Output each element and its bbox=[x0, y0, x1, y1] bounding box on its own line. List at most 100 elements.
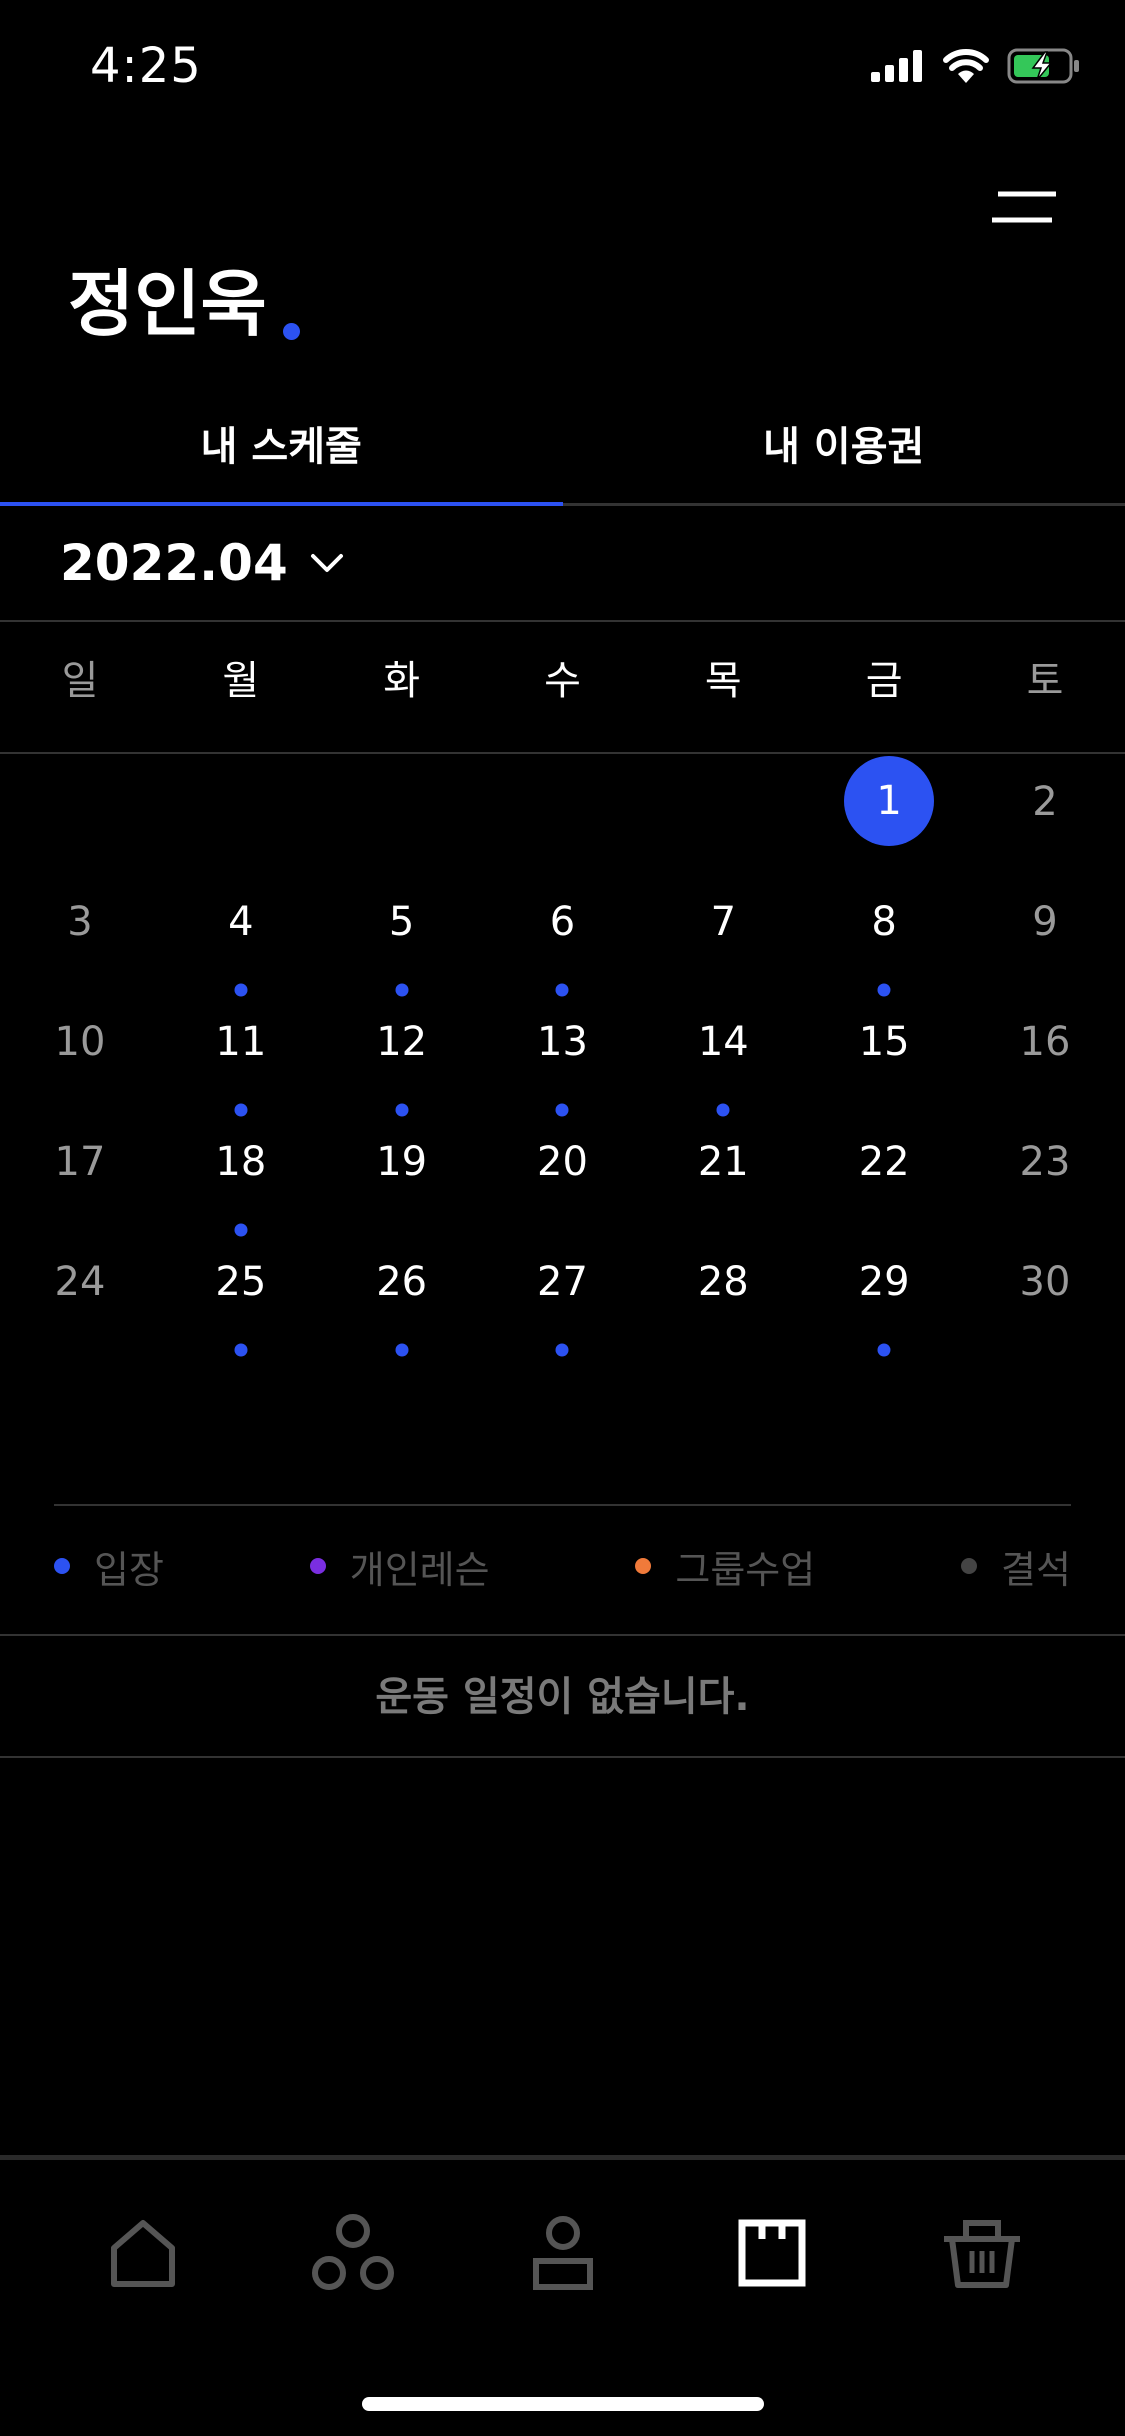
calendar-day-cell[interactable]: 2 bbox=[1005, 760, 1085, 880]
divider bbox=[54, 1504, 1071, 1506]
nav-profile[interactable] bbox=[515, 2205, 611, 2301]
calendar-day-number: 29 bbox=[858, 1259, 910, 1305]
calendar-day-number: 10 bbox=[54, 1019, 106, 1065]
calendar-day-cell[interactable]: 21 bbox=[683, 1120, 763, 1240]
legend-item-absence: 결석 bbox=[961, 1539, 1071, 1594]
bottom-nav-divider bbox=[0, 2155, 1125, 2160]
calendar-entry-dot bbox=[395, 1343, 409, 1357]
calendar-day-number: 26 bbox=[376, 1259, 428, 1305]
calendar-day-cell[interactable]: 25 bbox=[201, 1240, 281, 1360]
calendar-day-cell[interactable]: 24 bbox=[40, 1240, 120, 1360]
calendar-empty-cell bbox=[362, 760, 442, 880]
menu-icon[interactable] bbox=[990, 188, 1060, 228]
calendar-day-cell[interactable]: 26 bbox=[362, 1240, 442, 1360]
calendar-day-cell[interactable]: 16 bbox=[1005, 1000, 1085, 1120]
nav-shop[interactable] bbox=[934, 2205, 1030, 2301]
calendar-day-cell[interactable]: 23 bbox=[1005, 1120, 1085, 1240]
calendar-entry-dot bbox=[555, 1343, 569, 1357]
calendar-empty-cell bbox=[683, 760, 763, 880]
chevron-down-icon bbox=[310, 554, 343, 572]
calendar-day-number: 6 bbox=[549, 899, 576, 945]
calendar-day-number: 11 bbox=[215, 1019, 267, 1065]
calendar-day-cell[interactable]: 30 bbox=[1005, 1240, 1085, 1360]
calendar-week-row: 10 11 12 13 14 15 16 bbox=[0, 1000, 1125, 1120]
legend-dot bbox=[961, 1558, 978, 1574]
calendar-week-row: 12 bbox=[0, 756, 1125, 880]
nav-home[interactable] bbox=[95, 2205, 191, 2301]
legend-dot bbox=[54, 1558, 70, 1574]
home-indicator bbox=[362, 2397, 764, 2411]
nav-schedule[interactable] bbox=[724, 2205, 820, 2301]
legend-item-entry: 입장 bbox=[54, 1539, 164, 1594]
calendar-entry-dot bbox=[555, 983, 569, 997]
calendar-day-cell[interactable]: 8 bbox=[844, 880, 924, 1000]
tab-bar: 내 스케줄 내 이용권 bbox=[0, 412, 1125, 506]
calendar-entry-dot bbox=[395, 1103, 409, 1117]
calendar-day-cell[interactable]: 6 bbox=[522, 880, 602, 1000]
tab-my-membership[interactable]: 내 이용권 bbox=[563, 412, 1125, 506]
calendar-day-number: 12 bbox=[376, 1019, 428, 1065]
calendar-day-cell[interactable]: 19 bbox=[362, 1120, 442, 1240]
calendar-day-cell[interactable]: 12 bbox=[362, 1000, 442, 1120]
divider bbox=[0, 1756, 1125, 1758]
user-name-text: 정인욱 bbox=[68, 262, 267, 346]
weekday-sat: 토 bbox=[1026, 658, 1064, 704]
calendar-day-number: 17 bbox=[54, 1139, 106, 1185]
calendar-day-number: 4 bbox=[228, 899, 254, 945]
calendar-entry-dot bbox=[877, 983, 891, 997]
calendar-day-cell[interactable]: 9 bbox=[1005, 880, 1085, 1000]
calendar-day-cell[interactable]: 5 bbox=[362, 880, 442, 1000]
calendar-day-number: 30 bbox=[1019, 1259, 1071, 1305]
calendar-day-number: 15 bbox=[858, 1019, 910, 1065]
month-selector[interactable]: 2022.04 bbox=[60, 528, 344, 598]
calendar-entry-dot bbox=[877, 1343, 891, 1357]
calendar-day-cell[interactable]: 10 bbox=[40, 1000, 120, 1120]
calendar-day-cell[interactable]: 7 bbox=[683, 880, 763, 1000]
calendar-empty-cell bbox=[201, 760, 281, 880]
calendar-day-number: 2 bbox=[1032, 779, 1058, 825]
calendar-day-number: 8 bbox=[871, 899, 897, 945]
calendar-day-number: 7 bbox=[710, 899, 737, 945]
calendar-day-cell[interactable]: 20 bbox=[522, 1120, 602, 1240]
calendar-day-number: 27 bbox=[537, 1259, 588, 1305]
bottom-nav bbox=[95, 2205, 1030, 2301]
calendar-day-number: 24 bbox=[54, 1259, 106, 1305]
legend-dot bbox=[309, 1558, 326, 1574]
home-icon bbox=[111, 2220, 175, 2287]
calendar-day-cell[interactable]: 1 bbox=[844, 756, 935, 880]
calendar-entry-dot bbox=[234, 983, 248, 997]
month-label: 2022.04 bbox=[60, 534, 288, 592]
calendar-day-cell[interactable]: 22 bbox=[844, 1120, 924, 1240]
calendar-day-number: 18 bbox=[215, 1139, 267, 1185]
weekday-header: 일 월 화 수 목 금 토 bbox=[0, 648, 1125, 720]
tab-my-schedule[interactable]: 내 스케줄 bbox=[0, 412, 563, 506]
calendar-day-cell[interactable]: 14 bbox=[683, 1000, 763, 1120]
calendar-day-cell[interactable]: 15 bbox=[844, 1000, 924, 1120]
weekday-sun: 일 bbox=[61, 658, 99, 704]
weekday-thu: 목 bbox=[704, 658, 742, 704]
calendar-day-cell[interactable]: 29 bbox=[844, 1240, 924, 1360]
calendar-day-cell[interactable]: 18 bbox=[201, 1120, 281, 1240]
legend-label: 그룹수업 bbox=[675, 1547, 816, 1592]
calendar-day-number: 13 bbox=[537, 1019, 588, 1065]
nav-community[interactable] bbox=[305, 2205, 401, 2301]
divider bbox=[0, 620, 1125, 622]
calendar-day-selected: 1 bbox=[844, 756, 935, 846]
legend-label: 개인레슨 bbox=[349, 1547, 490, 1592]
calendar-day-cell[interactable]: 4 bbox=[201, 880, 281, 1000]
calendar-day-cell[interactable]: 13 bbox=[522, 1000, 602, 1120]
battery-charging-icon bbox=[1007, 48, 1079, 84]
calendar-grid: 1 2 3 4 5 6 7 8 9 10 11 12 13 14 15 16 17 18 19 20 21 22 23 24 2… bbox=[0, 756, 1125, 1360]
calendar-day-cell[interactable]: 3 bbox=[40, 880, 120, 1000]
calendar-day-number: 23 bbox=[1019, 1139, 1071, 1185]
calendar-day-cell[interactable]: 28 bbox=[683, 1240, 763, 1360]
legend-label: 입장 bbox=[94, 1547, 164, 1592]
calendar-day-cell[interactable]: 11 bbox=[201, 1000, 281, 1120]
name-accent-dot bbox=[282, 323, 300, 340]
calendar-day-cell[interactable]: 27 bbox=[522, 1240, 602, 1360]
legend-dot bbox=[635, 1558, 652, 1574]
calendar-day-cell[interactable]: 17 bbox=[40, 1120, 120, 1240]
legend-item-personal-lesson: 개인레슨 bbox=[309, 1539, 490, 1594]
calendar-day-number: 21 bbox=[697, 1139, 749, 1185]
signal-icon bbox=[871, 50, 922, 82]
